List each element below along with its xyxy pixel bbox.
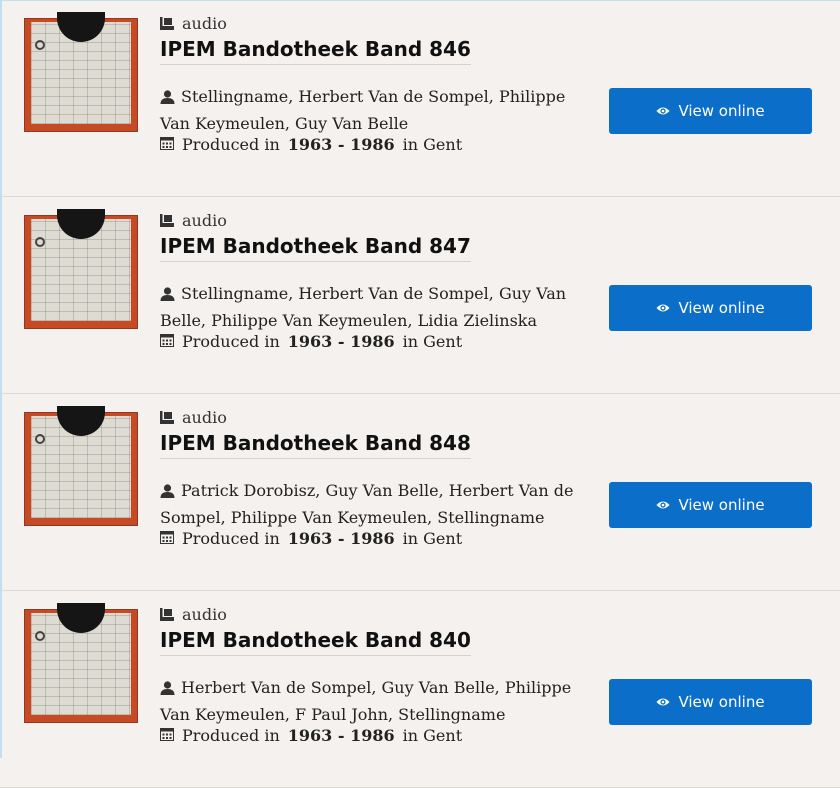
produced-range: 1963 - 1986: [287, 135, 395, 154]
book-icon: [160, 411, 174, 424]
view-online-button[interactable]: View online: [609, 679, 812, 725]
result-authors: Stellingname, Herbert Van de Sompel, Phi…: [160, 84, 600, 136]
result-title[interactable]: IPEM Bandotheek Band 840: [160, 628, 471, 656]
produced-place: in Gent: [402, 726, 463, 745]
person-icon: [160, 283, 175, 308]
produced-place: in Gent: [402, 135, 463, 154]
book-icon: [160, 17, 174, 30]
book-icon: [160, 214, 174, 227]
result-produced: Produced in 1963 - 1986 in Gent: [160, 726, 462, 745]
result-type-label: audio: [182, 14, 227, 33]
person-icon: [160, 86, 175, 111]
view-online-button[interactable]: View online: [609, 285, 812, 331]
result-authors: Patrick Dorobisz, Guy Van Belle, Herbert…: [160, 478, 600, 530]
produced-range: 1963 - 1986: [287, 529, 395, 548]
produced-place: in Gent: [402, 529, 463, 548]
calendar-icon: [160, 332, 174, 351]
produced-place: in Gent: [402, 332, 463, 351]
calendar-icon: [160, 135, 174, 154]
view-online-button[interactable]: View online: [609, 88, 812, 134]
result-type-label: audio: [182, 605, 227, 624]
result-authors-text: Herbert Van de Sompel, Guy Van Belle, Ph…: [160, 678, 572, 724]
person-icon: [160, 677, 175, 702]
result-produced: Produced in 1963 - 1986 in Gent: [160, 135, 462, 154]
result-type: audio: [160, 14, 227, 33]
result-type: audio: [160, 605, 227, 624]
result-title[interactable]: IPEM Bandotheek Band 848: [160, 431, 471, 459]
eye-icon: [656, 102, 670, 120]
result-thumbnail[interactable]: [24, 406, 138, 526]
result-authors-text: Stellingname, Herbert Van de Sompel, Phi…: [160, 87, 566, 133]
results-list: audio IPEM Bandotheek Band 846 Stellingn…: [0, 0, 840, 788]
produced-prefix: Produced in: [182, 135, 280, 154]
view-online-button[interactable]: View online: [609, 482, 812, 528]
view-online-label: View online: [678, 693, 765, 711]
calendar-icon: [160, 726, 174, 745]
result-thumbnail[interactable]: [24, 12, 138, 132]
produced-prefix: Produced in: [182, 726, 280, 745]
result-authors: Herbert Van de Sompel, Guy Van Belle, Ph…: [160, 675, 600, 727]
calendar-icon: [160, 529, 174, 548]
result-type: audio: [160, 211, 227, 230]
produced-prefix: Produced in: [182, 332, 280, 351]
result-type-label: audio: [182, 211, 227, 230]
eye-icon: [656, 693, 670, 711]
book-icon: [160, 608, 174, 621]
result-produced: Produced in 1963 - 1986 in Gent: [160, 332, 462, 351]
result-title[interactable]: IPEM Bandotheek Band 846: [160, 37, 471, 65]
result-authors-text: Patrick Dorobisz, Guy Van Belle, Herbert…: [160, 481, 574, 527]
result-type-label: audio: [182, 408, 227, 427]
view-online-label: View online: [678, 102, 765, 120]
result-produced: Produced in 1963 - 1986 in Gent: [160, 529, 462, 548]
result-thumbnail[interactable]: [24, 603, 138, 723]
result-item: audio IPEM Bandotheek Band 848 Patrick D…: [0, 394, 840, 591]
view-online-label: View online: [678, 496, 765, 514]
produced-range: 1963 - 1986: [287, 726, 395, 745]
result-item: audio IPEM Bandotheek Band 846 Stellingn…: [0, 0, 840, 197]
person-icon: [160, 480, 175, 505]
result-authors: Stellingname, Herbert Van de Sompel, Guy…: [160, 281, 600, 333]
result-authors-text: Stellingname, Herbert Van de Sompel, Guy…: [160, 284, 567, 330]
view-online-label: View online: [678, 299, 765, 317]
result-type: audio: [160, 408, 227, 427]
produced-range: 1963 - 1986: [287, 332, 395, 351]
eye-icon: [656, 496, 670, 514]
result-item: audio IPEM Bandotheek Band 840 Herbert V…: [0, 591, 840, 788]
result-thumbnail[interactable]: [24, 209, 138, 329]
result-title[interactable]: IPEM Bandotheek Band 847: [160, 234, 471, 262]
produced-prefix: Produced in: [182, 529, 280, 548]
result-item: audio IPEM Bandotheek Band 847 Stellingn…: [0, 197, 840, 394]
eye-icon: [656, 299, 670, 317]
